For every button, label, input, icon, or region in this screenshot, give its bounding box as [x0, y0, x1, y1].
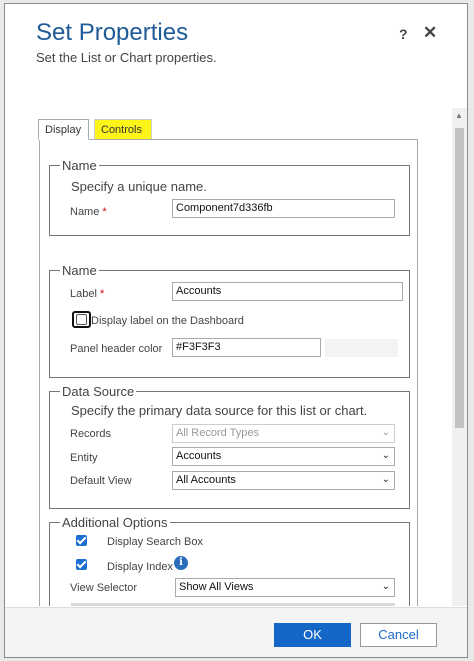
display-index-checkbox[interactable] [76, 559, 87, 570]
name-section: Name [49, 158, 410, 236]
chevron-down-icon: ⌄ [381, 581, 390, 592]
display-search-box-label: Display Search Box [107, 536, 203, 548]
panel-header-color-input[interactable]: #F3F3F3 [172, 338, 321, 357]
color-preview-swatch [325, 339, 398, 357]
records-select[interactable]: All Record Types ⌄ [172, 424, 395, 443]
cancel-button[interactable]: Cancel [360, 623, 437, 647]
content-scrollbar[interactable]: ▲ [452, 108, 467, 606]
display-label-checkbox[interactable] [76, 314, 87, 325]
view-selector-label: View Selector [70, 582, 138, 594]
ok-button[interactable]: OK [274, 623, 351, 647]
scrollbar-thumb[interactable] [455, 128, 464, 428]
chevron-down-icon: ⌄ [381, 474, 390, 485]
label-field-label: Label * [70, 288, 105, 300]
additional-options-legend: Additional Options [62, 515, 168, 530]
help-icon[interactable]: ? [399, 26, 408, 42]
records-label: Records [70, 428, 111, 440]
default-view-select[interactable]: All Accounts ⌄ [172, 471, 395, 490]
scroll-up-icon[interactable]: ▲ [455, 111, 463, 120]
data-source-description: Specify the primary data source for this… [71, 403, 368, 418]
display-index-label: Display Index [107, 561, 174, 573]
set-properties-dialog: Set Properties Set the List or Chart pro… [4, 3, 468, 658]
required-mark: * [102, 206, 107, 218]
chevron-down-icon: ⌄ [381, 450, 390, 461]
views-list-header [71, 603, 395, 606]
dialog-title: Set Properties [36, 19, 189, 46]
default-view-label: Default View [70, 475, 132, 487]
tab-display[interactable]: Display [38, 119, 89, 140]
entity-select[interactable]: Accounts ⌄ [172, 447, 395, 466]
name-field-label: Name * [70, 206, 107, 218]
chevron-down-icon: ⌄ [381, 427, 390, 438]
label-input[interactable]: Accounts [172, 282, 403, 301]
name-section-description: Specify a unique name. [71, 179, 207, 194]
data-source-legend: Data Source [62, 384, 135, 399]
view-selector-select[interactable]: Show All Views ⌄ [175, 578, 395, 597]
label-section-legend: Name [62, 263, 97, 278]
dialog-content: Display Controls Name Specify a unique n… [5, 108, 467, 606]
display-label-checkbox-label: Display label on the Dashboard [91, 315, 244, 327]
close-icon[interactable]: ✕ [423, 23, 437, 43]
name-input[interactable]: Component7d336fb [172, 199, 395, 218]
name-section-legend: Name [62, 158, 97, 173]
dialog-footer: OK Cancel [5, 607, 467, 657]
tab-controls[interactable]: Controls [94, 119, 152, 140]
dialog-subtitle: Set the List or Chart properties. [36, 50, 217, 65]
display-search-box-checkbox[interactable] [76, 535, 87, 546]
panel-header-color-label: Panel header color [70, 343, 163, 355]
required-mark: * [99, 288, 105, 300]
info-icon[interactable]: i [174, 556, 188, 570]
entity-label: Entity [70, 452, 98, 464]
